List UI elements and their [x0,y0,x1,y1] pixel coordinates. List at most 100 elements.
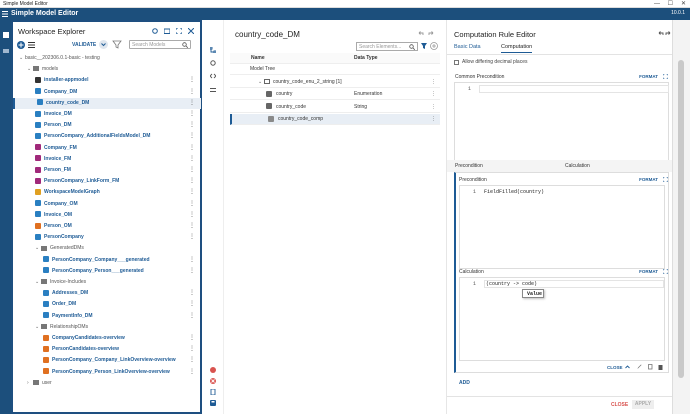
kebab-menu-icon[interactable]: ⋮ [189,109,195,120]
kebab-menu-icon[interactable]: ⋮ [431,102,436,113]
kebab-menu-icon[interactable]: ⋮ [189,266,195,277]
calculation-editor[interactable]: 1 (country -> code) Value [459,277,665,361]
close-window-button[interactable]: ✕ [681,0,686,8]
folder-open-icon[interactable] [164,28,170,34]
cancel-icon[interactable] [210,378,216,384]
kebab-menu-icon[interactable]: ⋮ [189,165,195,176]
tree-item[interactable]: PersonCompany_Person_LinkOverview-overvi… [13,367,201,378]
tree-item[interactable]: PersonCandidates-overview ⋮ [13,344,201,355]
kebab-menu-icon[interactable]: ⋮ [189,355,195,366]
kebab-menu-icon[interactable]: ⋮ [189,87,195,98]
tree-item[interactable]: PersonCompany ⋮ [13,232,201,243]
expand-icon[interactable] [663,74,668,79]
refresh-icon[interactable] [152,28,158,34]
kebab-menu-icon[interactable]: ⋮ [189,367,195,378]
tree-item[interactable]: PersonCompany_Company_LinkOverview-overv… [13,355,201,366]
alert-icon[interactable] [210,367,216,373]
scrollbar-thumb[interactable] [678,60,684,378]
rule-close-button[interactable]: CLOSE [607,365,623,370]
tree-item[interactable]: ⌄ models [13,64,201,75]
kebab-menu-icon[interactable]: ⋮ [189,344,195,355]
tree-item[interactable]: Invoice_OM ⋮ [13,210,201,221]
tools-rail-icon[interactable] [3,48,9,54]
model-tree-row[interactable]: country Enumeration ⋮ [230,89,440,100]
tree-item[interactable]: ⌄ basic__202306.0.1-basic - testing [13,53,201,64]
version-badge[interactable]: 10.0.1 [671,10,685,16]
tree-item[interactable]: PersonCompany_Company___generated ⋮ [13,255,201,266]
allow-decimal-checkbox[interactable] [454,60,459,65]
add-element-icon[interactable] [430,42,438,50]
expand-icon[interactable] [176,28,182,34]
kebab-menu-icon[interactable]: ⋮ [189,210,195,221]
tree-item[interactable]: WorkspaceModelGraph ⋮ [13,187,201,198]
add-model-button[interactable] [17,41,25,49]
kebab-menu-icon[interactable]: ⋮ [189,187,195,198]
workspace-rail-icon[interactable] [3,32,9,38]
precondition-editor[interactable]: 1 FieldFilled(country) [459,185,665,269]
code-icon[interactable] [210,73,216,79]
maximize-button[interactable]: ☐ [668,0,673,8]
kebab-menu-icon[interactable]: ⋮ [189,154,195,165]
expand-icon[interactable] [663,269,668,274]
kebab-menu-icon[interactable]: ⋮ [189,176,195,187]
tree-item[interactable]: Company_OM ⋮ [13,199,201,210]
tree-item[interactable]: PersonCompany_AdditionalFieldsModel_DM ⋮ [13,131,201,142]
kebab-menu-icon[interactable]: ⋮ [189,143,195,154]
tree-item[interactable]: ⌄ GeneratedDMs [13,243,201,254]
save-icon[interactable] [210,400,216,406]
footer-close-button[interactable]: CLOSE [611,402,628,408]
close-panel-icon[interactable] [188,28,194,34]
tree-item[interactable]: ⌄ Invoice-Includes [13,277,201,288]
tree-item[interactable]: › user [13,378,201,389]
chevron-down-icon[interactable] [99,40,108,49]
kebab-menu-icon[interactable]: ⋮ [189,311,195,322]
tree-item[interactable]: Company_DM ⋮ [13,87,201,98]
model-tree-row[interactable]: Model Tree [230,64,440,75]
kebab-menu-icon[interactable]: ⋮ [189,199,195,210]
search-models-input[interactable]: Search Models [129,40,191,49]
kebab-menu-icon[interactable]: ⋮ [189,299,195,310]
kebab-menu-icon[interactable]: ⋮ [189,221,195,232]
redo-icon[interactable] [428,30,434,36]
redo-icon[interactable] [665,30,671,36]
autocomplete-popup[interactable]: Value [522,289,544,298]
tree-item[interactable]: Invoice_DM ⋮ [13,109,201,120]
calculation-format-button[interactable]: FORMAT [639,269,658,274]
tree-item[interactable]: CompanyCandidates-overview ⋮ [13,333,201,344]
minimize-button[interactable]: — [654,0,660,8]
editor-scrollbar[interactable] [672,20,690,414]
kebab-menu-icon[interactable]: ⋮ [189,333,195,344]
common-precondition-editor[interactable]: 1 [454,82,669,166]
tree-item[interactable]: Company_FM ⋮ [13,143,201,154]
precondition-format-button[interactable]: FORMAT [639,177,658,182]
tab-basic-data[interactable]: Basic Data [454,44,481,50]
kebab-menu-icon[interactable]: ⋮ [189,232,195,243]
kebab-menu-icon[interactable]: ⋮ [189,75,195,86]
tree-item[interactable]: PersonCompany_Person___generated ⋮ [13,266,201,277]
validate-button[interactable]: VALIDATE [72,42,96,48]
document-icon[interactable] [210,389,216,395]
kebab-menu-icon[interactable]: ⋮ [431,114,436,125]
tree-view-icon[interactable] [210,47,216,53]
tree-item[interactable]: PaymentInfo_DM ⋮ [13,311,201,322]
tree-item[interactable]: Invoice_FM ⋮ [13,154,201,165]
kebab-menu-icon[interactable]: ⋮ [431,77,436,88]
filter-icon[interactable] [421,43,427,49]
list-menu-icon[interactable] [28,42,35,48]
search-elements-input[interactable]: Search Elements... [356,42,418,51]
model-tree-row[interactable]: country_code String ⋮ [230,102,440,113]
settings-gear-icon[interactable] [210,60,216,66]
common-precondition-format-button[interactable]: FORMAT [639,74,658,79]
filter-icon[interactable] [112,40,122,49]
expand-icon[interactable] [663,177,668,182]
collapse-icon[interactable] [625,364,630,370]
tree-item[interactable]: Person_DM ⋮ [13,120,201,131]
tree-item[interactable]: installer-appmodel ⋮ [13,75,201,86]
kebab-menu-icon[interactable]: ⋮ [189,98,195,109]
tree-item[interactable]: country_code_DM ⋮ [13,97,201,109]
tree-item[interactable]: Addresses_DM ⋮ [13,288,201,299]
kebab-menu-icon[interactable]: ⋮ [431,89,436,100]
copy-icon[interactable] [648,364,653,370]
tree-item[interactable]: Order_DM ⋮ [13,299,201,310]
model-tree-row[interactable]: country_code_comp ⋮ [230,114,440,125]
